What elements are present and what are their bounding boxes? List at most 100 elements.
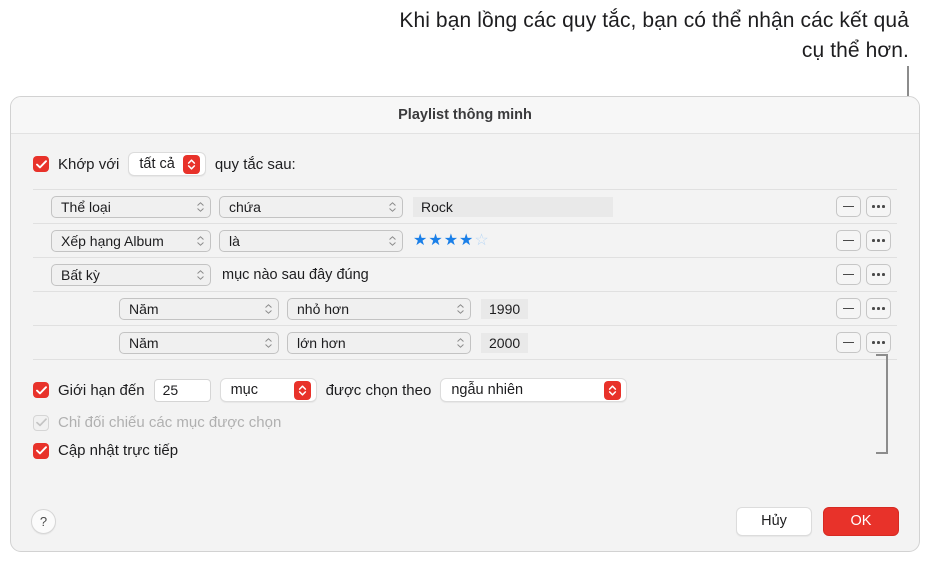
row-actions <box>836 298 897 319</box>
rule-field-value: Bất kỳ <box>61 266 100 283</box>
match-suffix-label: quy tắc sau: <box>214 155 296 173</box>
rule-value-input[interactable]: 1990 <box>481 298 529 319</box>
rule-options-button[interactable] <box>866 264 891 285</box>
rule-operator-select[interactable]: chứa <box>219 195 403 218</box>
chevron-updown-icon <box>197 201 204 212</box>
table-row: Năm nhỏ hơn 1990 <box>33 292 897 326</box>
limit-value-input[interactable]: 25 <box>153 378 211 402</box>
rule-operator-value: chứa <box>229 198 261 215</box>
chevron-updown-icon <box>197 235 204 246</box>
selected-by-popup[interactable]: ngẫu nhiên <box>440 378 628 402</box>
annotation-text: Khi bạn lồng các quy tắc, bạn có thể nhậ… <box>399 9 909 62</box>
rule-field-select[interactable]: Năm <box>119 297 279 320</box>
rule-options-button[interactable] <box>866 332 891 353</box>
chevron-updown-icon <box>265 337 272 348</box>
ellipsis-icon <box>872 341 885 344</box>
minus-icon <box>843 273 854 276</box>
rule-operator-value: là <box>229 232 240 249</box>
rule-field-select[interactable]: Thể loại <box>51 195 211 218</box>
limit-unit-value: mục <box>230 382 258 398</box>
remove-rule-button[interactable] <box>836 298 861 319</box>
chevron-updown-icon[interactable] <box>182 154 200 174</box>
match-type-popup[interactable]: tất cả <box>128 152 206 176</box>
dialog-body: Khớp với tất cả quy tắc sau: Thể loại ch… <box>11 134 919 459</box>
rule-operator-select[interactable]: là <box>219 229 403 252</box>
match-only-checked-checkbox <box>33 414 49 431</box>
chevron-updown-icon[interactable] <box>293 380 311 400</box>
remove-rule-button[interactable] <box>836 196 861 217</box>
ok-button[interactable]: OK <box>823 506 899 536</box>
dialog-footer: ? Hủy OK <box>11 491 919 551</box>
rule-value-wrap: 2000 <box>481 332 529 353</box>
table-row: Thể loại chứa Rock <box>33 190 897 224</box>
rule-options-button[interactable] <box>866 196 891 217</box>
match-rules-checkbox[interactable] <box>33 156 49 172</box>
dialog-title: Playlist thông minh <box>398 107 532 123</box>
chevron-updown-icon <box>197 269 204 280</box>
chevron-updown-icon <box>457 303 464 314</box>
rule-value-wrap: 1990 <box>481 298 529 319</box>
rule-field-select[interactable]: Năm <box>119 331 279 354</box>
minus-icon <box>843 307 854 310</box>
row-actions <box>836 196 897 217</box>
limit-checkbox[interactable] <box>33 382 49 398</box>
rule-field-value: Năm <box>129 300 159 317</box>
remove-rule-button[interactable] <box>836 264 861 285</box>
rule-options-button[interactable] <box>866 298 891 319</box>
chevron-updown-icon <box>265 303 272 314</box>
rule-field-value: Xếp hạng Album <box>61 232 164 249</box>
minus-icon <box>843 239 854 242</box>
minus-icon <box>843 205 854 208</box>
chevron-updown-icon[interactable] <box>604 380 622 400</box>
ellipsis-icon <box>872 307 885 310</box>
live-update-checkbox[interactable] <box>33 442 49 459</box>
match-type-value: tất cả <box>139 156 175 172</box>
rule-value-wrap: Rock <box>413 196 613 217</box>
chevron-updown-icon <box>457 337 464 348</box>
nested-group-bracket <box>876 354 888 454</box>
row-actions <box>836 264 897 285</box>
live-update-label: Cập nhật trực tiếp <box>58 442 179 459</box>
minus-icon <box>843 341 854 344</box>
rule-value-wrap: ★★★★☆ <box>413 232 490 249</box>
table-row: Năm lớn hơn 2000 <box>33 326 897 360</box>
match-only-checked-row: Chỉ đối chiếu các mục được chọn <box>11 402 919 431</box>
help-button[interactable]: ? <box>31 508 56 534</box>
row-actions <box>836 230 897 251</box>
rule-operator-value: lớn hơn <box>297 334 346 351</box>
rule-options-button[interactable] <box>866 230 891 251</box>
rule-value-input[interactable]: 2000 <box>481 332 529 353</box>
remove-rule-button[interactable] <box>836 230 861 251</box>
limit-unit-popup[interactable]: mục <box>219 378 317 402</box>
group-condition-label: mục nào sau đây đúng <box>222 266 369 283</box>
table-row: Bất kỳ mục nào sau đây đúng <box>33 258 897 292</box>
rule-field-value: Năm <box>129 334 159 351</box>
ellipsis-icon <box>872 273 885 276</box>
match-prefix-label: Khớp với <box>58 155 120 173</box>
chevron-updown-icon <box>389 235 396 246</box>
selected-by-label: được chọn theo <box>325 381 432 399</box>
ellipsis-icon <box>872 239 885 242</box>
dialog-titlebar: Playlist thông minh <box>11 97 919 134</box>
rule-value-input[interactable]: Rock <box>413 196 613 217</box>
rule-field-value: Thể loại <box>61 198 111 215</box>
rules-list: Thể loại chứa Rock Xếp hạng Album là ★★★… <box>33 189 897 454</box>
table-row: Xếp hạng Album là ★★★★☆ <box>33 224 897 258</box>
rule-operator-select[interactable]: lớn hơn <box>287 331 471 354</box>
cancel-button[interactable]: Hủy <box>736 506 812 536</box>
limit-label: Giới hạn đến <box>58 381 145 399</box>
match-rules-row: Khớp với tất cả quy tắc sau: <box>11 134 919 189</box>
rating-stars[interactable]: ★★★★☆ <box>413 232 490 249</box>
rule-field-select[interactable]: Bất kỳ <box>51 263 211 286</box>
rule-operator-select[interactable]: nhỏ hơn <box>287 297 471 320</box>
rule-operator-value: nhỏ hơn <box>297 300 350 317</box>
row-actions <box>836 332 897 353</box>
ellipsis-icon <box>872 205 885 208</box>
smart-playlist-dialog: Playlist thông minh Khớp với tất cả quy … <box>10 96 920 552</box>
live-update-row: Cập nhật trực tiếp <box>11 431 919 459</box>
limit-row: Giới hạn đến 25 mục được chọn theo ngẫu … <box>11 360 919 402</box>
chevron-updown-icon <box>389 201 396 212</box>
rule-field-select[interactable]: Xếp hạng Album <box>51 229 211 252</box>
selected-by-value: ngẫu nhiên <box>451 382 524 398</box>
remove-rule-button[interactable] <box>836 332 861 353</box>
